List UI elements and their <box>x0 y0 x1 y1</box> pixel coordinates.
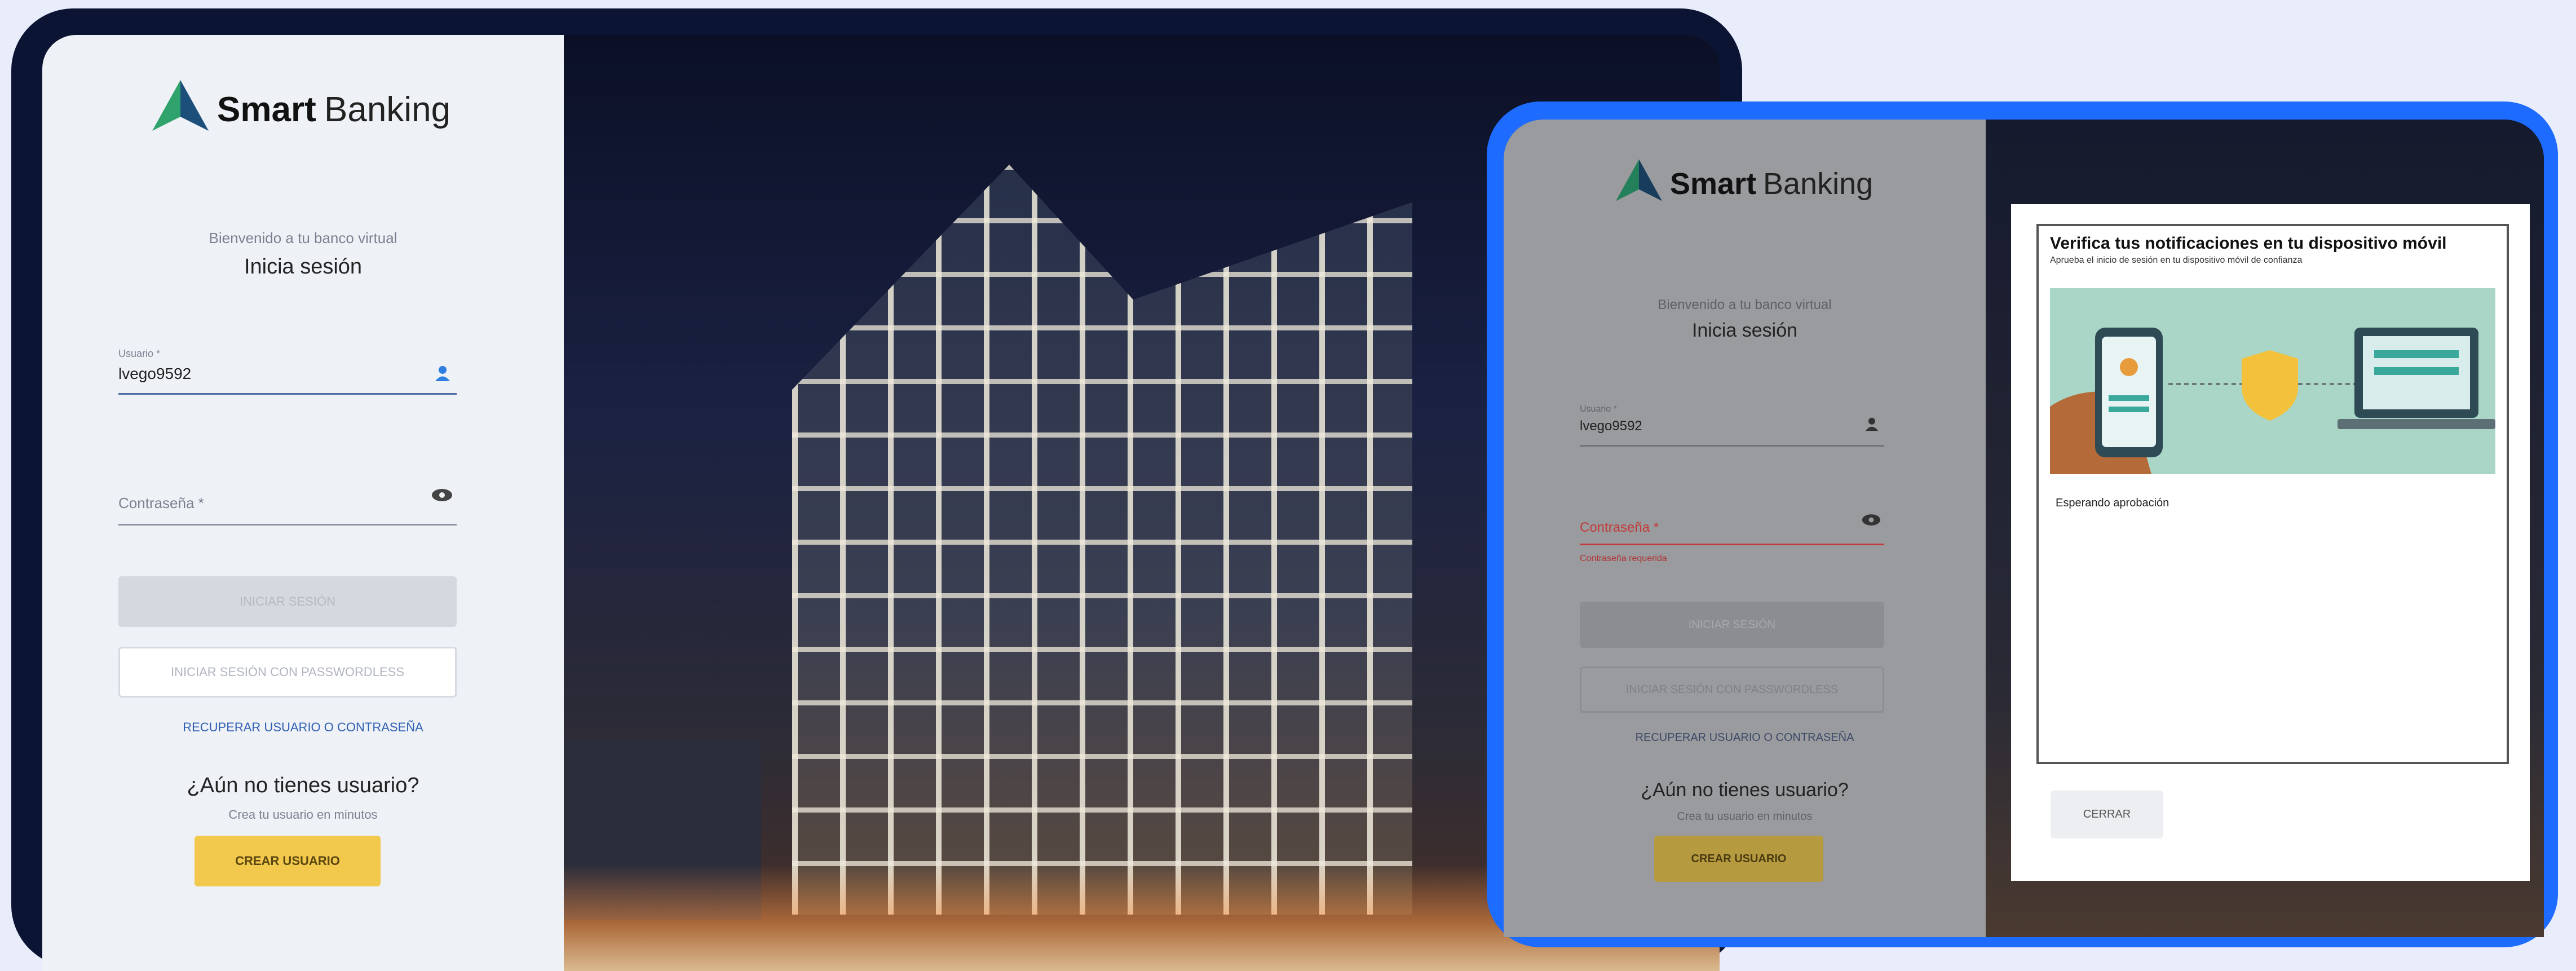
eye-icon[interactable] <box>431 488 453 502</box>
welcome-text: Bienvenido a tu banco virtual <box>1658 297 1832 312</box>
modal-subtitle: Aprueba el inicio de sesión en tu dispos… <box>2050 255 2303 265</box>
brand-name-light: Banking <box>1763 167 1874 201</box>
approval-illustration <box>2050 288 2495 474</box>
right-device-screen: Smart Banking Bienvenido a tu banco virt… <box>1504 120 2544 937</box>
passwordless-button[interactable]: INICIAR SESIÓN CON PASSWORDLESS <box>1580 667 1884 713</box>
recover-credentials-link[interactable]: RECUPERAR USUARIO O CONTRASEÑA <box>42 720 564 735</box>
brand-logo: Smart Banking <box>1614 156 1952 213</box>
password-field[interactable]: Contraseña * <box>118 483 457 534</box>
page-title: Inicia sesión <box>1691 320 1798 341</box>
close-button[interactable]: CERRAR <box>2051 791 2163 838</box>
login-button[interactable]: INICIAR SESIÓN <box>118 576 457 627</box>
no-user-title: ¿Aún no tienes usuario? <box>1641 779 1849 801</box>
user-icon <box>435 366 450 381</box>
login-panel-dimmed: Smart Banking Bienvenido a tu banco virt… <box>1504 120 1986 937</box>
username-field[interactable]: Usuario * lvego9592 <box>118 348 457 404</box>
password-label: Contraseña * <box>1580 520 1659 535</box>
phone-laptop-shield-icon <box>2050 288 2495 474</box>
username-underline <box>118 393 457 395</box>
brand-logo: Smart Banking <box>149 77 510 139</box>
no-user-subtitle: Crea tu usuario en minutos <box>228 807 378 822</box>
username-field[interactable]: Usuario * lvego9592 <box>1580 404 1884 455</box>
create-user-button[interactable]: CREAR USUARIO <box>1654 836 1823 882</box>
modal-content-box: Verifica tus notificaciones en tu dispos… <box>2036 224 2509 764</box>
login-panel: Smart Banking Bienvenido a tu banco virt… <box>42 35 564 971</box>
recover-credentials-link[interactable]: RECUPERAR USUARIO O CONTRASEÑA <box>1504 731 1986 744</box>
no-user-subtitle: Crea tu usuario en minutos <box>1677 810 1813 823</box>
smart-banking-logo-icon <box>152 80 209 131</box>
left-device-screen: Smart Banking Bienvenido a tu banco virt… <box>42 35 1720 971</box>
password-label: Contraseña * <box>118 495 204 511</box>
page-title: Inicia sesión <box>244 255 363 279</box>
username-value: lvego9592 <box>1580 418 1642 434</box>
brand-name-bold: Smart <box>1670 167 1757 201</box>
username-underline <box>1580 445 1884 447</box>
smart-banking-logo-icon <box>1616 159 1662 201</box>
username-label: Usuario * <box>118 348 161 359</box>
approval-status: Esperando aprobación <box>2056 497 2170 509</box>
username-label: Usuario * <box>1580 404 1617 414</box>
login-button[interactable]: INICIAR SESIÓN <box>1580 602 1884 648</box>
password-error: Contraseña requerida <box>1580 554 1667 563</box>
welcome-text: Bienvenido a tu banco virtual <box>209 229 397 246</box>
eye-icon[interactable] <box>1862 513 1881 527</box>
password-field[interactable]: Contraseña * Contraseña requerida <box>1580 509 1884 576</box>
user-icon <box>1865 417 1879 431</box>
brand-name-bold: Smart <box>217 90 316 129</box>
push-notification-modal: Verifica tus notificaciones en tu dispos… <box>2011 204 2530 881</box>
modal-title: Verifica tus notificaciones en tu dispos… <box>2050 234 2447 253</box>
create-user-button[interactable]: CREAR USUARIO <box>195 836 381 886</box>
username-value: lvego9592 <box>118 365 192 382</box>
no-user-title: ¿Aún no tienes usuario? <box>187 774 419 797</box>
password-underline <box>1580 544 1884 545</box>
brand-name-light: Banking <box>324 90 451 129</box>
password-underline <box>118 524 457 526</box>
passwordless-button[interactable]: INICIAR SESIÓN CON PASSWORDLESS <box>118 647 457 698</box>
